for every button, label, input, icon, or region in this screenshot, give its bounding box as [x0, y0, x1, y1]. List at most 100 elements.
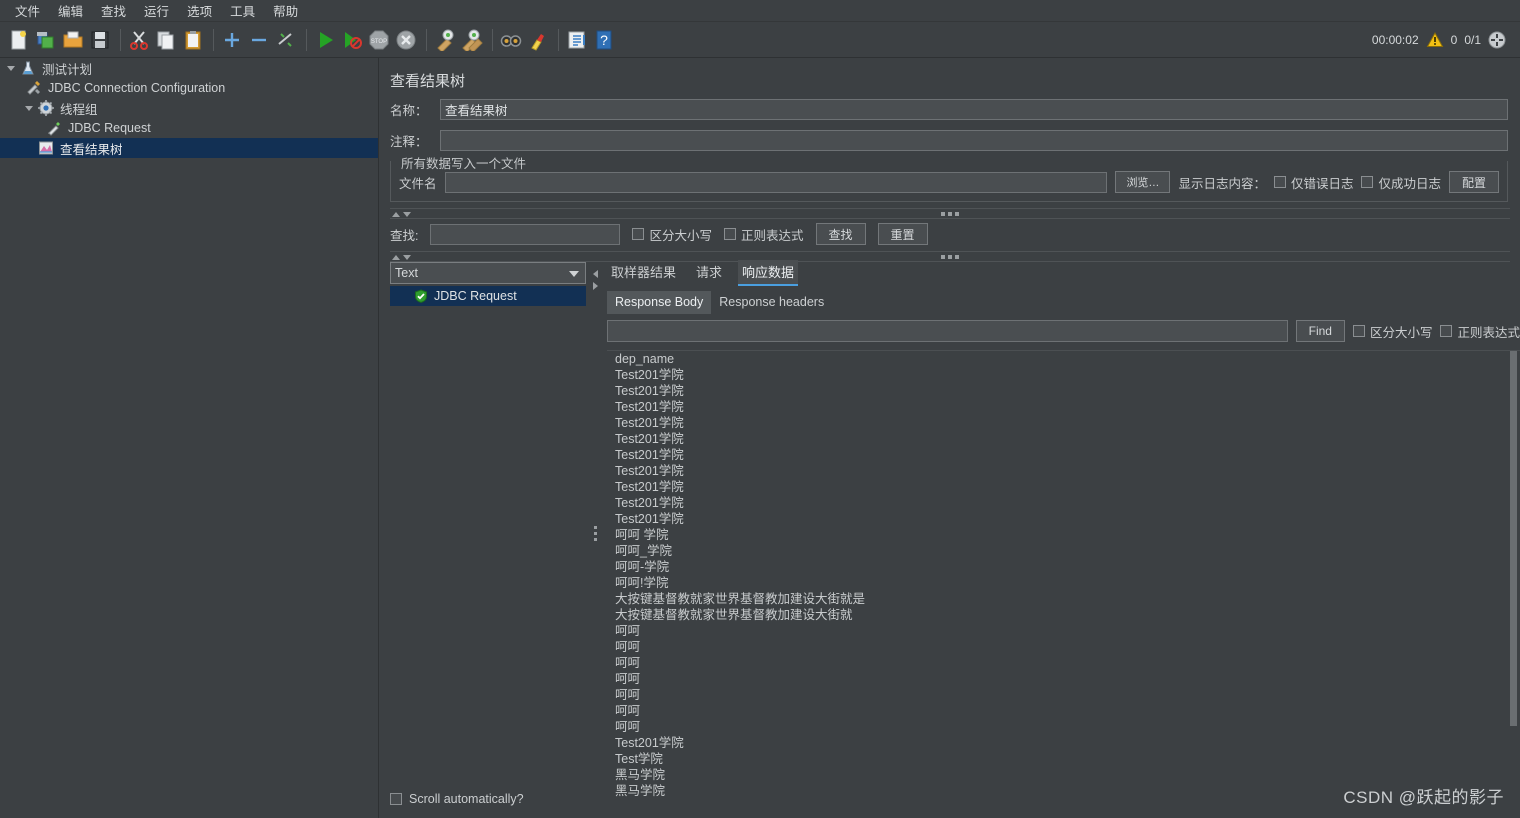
- checkbox-box[interactable]: [390, 793, 402, 805]
- start-icon[interactable]: [314, 29, 336, 51]
- chevron-down-icon[interactable]: [4, 61, 18, 75]
- paste-icon[interactable]: [182, 29, 204, 51]
- name-input[interactable]: [440, 99, 1508, 120]
- new-file-icon[interactable]: [8, 29, 30, 51]
- success-only-checkbox[interactable]: 仅成功日志: [1361, 173, 1441, 192]
- checkbox-box[interactable]: [1273, 176, 1286, 188]
- menu-edit[interactable]: 编辑: [49, 0, 92, 22]
- response-body-lines: dep_name Test201学院 Test201学院 Test201学院 Test2…: [607, 351, 1520, 799]
- copy-icon[interactable]: [155, 29, 177, 51]
- clear-icon[interactable]: [434, 29, 456, 51]
- thread-group-icon: [38, 100, 54, 116]
- splitter-grip[interactable]: [594, 525, 597, 544]
- list-item[interactable]: JDBC Request: [390, 286, 586, 306]
- tab-sampler-result[interactable]: 取样器结果: [607, 260, 680, 286]
- test-plan-tree[interactable]: 测试计划 JDBC Connection Configuration 线程组 J…: [0, 58, 379, 818]
- splitter-middle[interactable]: [390, 251, 1510, 262]
- tab-request[interactable]: 请求: [692, 260, 726, 286]
- chevron-down-icon[interactable]: [403, 212, 411, 217]
- stop-icon[interactable]: STOP: [368, 29, 390, 51]
- configure-button[interactable]: 配置: [1448, 171, 1499, 193]
- comment-input[interactable]: [440, 130, 1508, 151]
- response-body-line: 呵呵: [615, 704, 641, 718]
- help-icon[interactable]: ?: [593, 29, 615, 51]
- splitter-arrows[interactable]: [392, 210, 411, 217]
- checkbox-box[interactable]: [1352, 325, 1365, 337]
- splitter-grip[interactable]: [941, 212, 959, 216]
- menu-file[interactable]: 文件: [6, 0, 49, 22]
- tree-label: JDBC Request: [68, 121, 151, 135]
- save-icon[interactable]: [89, 29, 111, 51]
- tree-node-jdbc-request[interactable]: JDBC Request: [0, 118, 378, 138]
- search-icon[interactable]: [500, 29, 522, 51]
- response-body-line: 大按键基督教就家世界基督教加建设大街就是: [615, 592, 866, 606]
- success-only-label: 仅成功日志: [1378, 176, 1441, 191]
- tree-node-test-plan[interactable]: 测试计划: [0, 58, 378, 78]
- checkbox-box[interactable]: [1361, 176, 1374, 188]
- splitter-top[interactable]: [390, 208, 1510, 219]
- menu-search[interactable]: 查找: [92, 0, 135, 22]
- menu-help[interactable]: 帮助: [264, 0, 307, 22]
- success-shield-icon: [414, 289, 428, 303]
- chevron-left-icon[interactable]: [593, 270, 598, 278]
- response-body-line: 大按键基督教就家世界基督教加建设大街就: [615, 608, 853, 622]
- response-body-text[interactable]: dep_name Test201学院 Test201学院 Test201学院 Test2…: [607, 350, 1520, 805]
- filename-input[interactable]: [444, 171, 1108, 193]
- tree-node-thread-group[interactable]: 线程组: [0, 98, 378, 118]
- warning-triangle-icon[interactable]: [1426, 31, 1444, 49]
- view-results-tree-icon: [38, 140, 54, 156]
- splitter-arrows[interactable]: [392, 253, 411, 260]
- chevron-down-icon[interactable]: [22, 101, 36, 115]
- tree-node-jdbc-connection-configuration[interactable]: JDBC Connection Configuration: [0, 78, 378, 98]
- search-reset-icon[interactable]: [527, 29, 549, 51]
- reset-circle-icon[interactable]: [1488, 31, 1506, 49]
- search-regex-label: 正则表达式: [741, 228, 804, 243]
- find-input[interactable]: [607, 320, 1288, 342]
- remove-icon[interactable]: [248, 29, 270, 51]
- find-case-sensitive-checkbox[interactable]: 区分大小写: [1352, 322, 1432, 341]
- response-body-scrollbar[interactable]: [1509, 351, 1518, 805]
- checkbox-box[interactable]: [632, 228, 645, 240]
- scroll-automatically-checkbox[interactable]: Scroll automatically?: [390, 792, 524, 806]
- chevron-down-icon[interactable]: [403, 255, 411, 260]
- cut-icon[interactable]: [128, 29, 150, 51]
- menu-run[interactable]: 运行: [135, 0, 178, 22]
- templates-icon[interactable]: [35, 29, 57, 51]
- menu-options[interactable]: 选项: [178, 0, 221, 22]
- function-helper-icon[interactable]: [566, 29, 588, 51]
- renderer-select[interactable]: Text: [390, 262, 586, 284]
- toggle-icon[interactable]: [275, 29, 297, 51]
- result-list[interactable]: JDBC Request: [390, 286, 586, 306]
- subtab-response-headers[interactable]: Response headers: [711, 291, 832, 314]
- checkbox-box[interactable]: [724, 228, 736, 240]
- find-regex-checkbox[interactable]: 正则表达式: [1440, 322, 1520, 341]
- find-button[interactable]: Find: [1295, 320, 1345, 342]
- search-regex-checkbox[interactable]: 正则表达式: [724, 225, 804, 244]
- menu-tools[interactable]: 工具: [221, 0, 264, 22]
- search-find-button[interactable]: 查找: [815, 223, 866, 245]
- chevron-right-icon[interactable]: [593, 282, 598, 290]
- start-no-timers-icon[interactable]: [341, 29, 363, 51]
- chevron-down-icon[interactable]: [569, 271, 579, 277]
- clear-all-icon[interactable]: [461, 29, 483, 51]
- open-folder-icon[interactable]: [62, 29, 84, 51]
- toolbar-separator: [558, 28, 559, 51]
- search-input[interactable]: [430, 223, 621, 245]
- checkbox-box[interactable]: [1440, 325, 1453, 337]
- response-body-line: 呵呵: [615, 688, 641, 702]
- search-case-sensitive-checkbox[interactable]: 区分大小写: [632, 225, 712, 244]
- tree-node-view-results-tree[interactable]: 查看结果树: [0, 138, 378, 158]
- response-body-line: Test201学院: [615, 464, 684, 478]
- chevron-up-icon[interactable]: [392, 255, 400, 260]
- vertical-splitter[interactable]: [591, 262, 602, 807]
- splitter-grip[interactable]: [941, 255, 959, 259]
- chevron-up-icon[interactable]: [392, 212, 400, 217]
- tab-response-data[interactable]: 响应数据: [738, 260, 799, 286]
- shutdown-icon[interactable]: [395, 29, 417, 51]
- subtab-response-body[interactable]: Response Body: [607, 291, 712, 314]
- search-reset-button[interactable]: 重置: [877, 223, 928, 245]
- add-icon[interactable]: [221, 29, 243, 51]
- scrollbar-thumb[interactable]: [1510, 351, 1517, 726]
- browse-button[interactable]: 浏览…: [1115, 171, 1171, 193]
- errors-only-checkbox[interactable]: 仅错误日志: [1273, 173, 1353, 192]
